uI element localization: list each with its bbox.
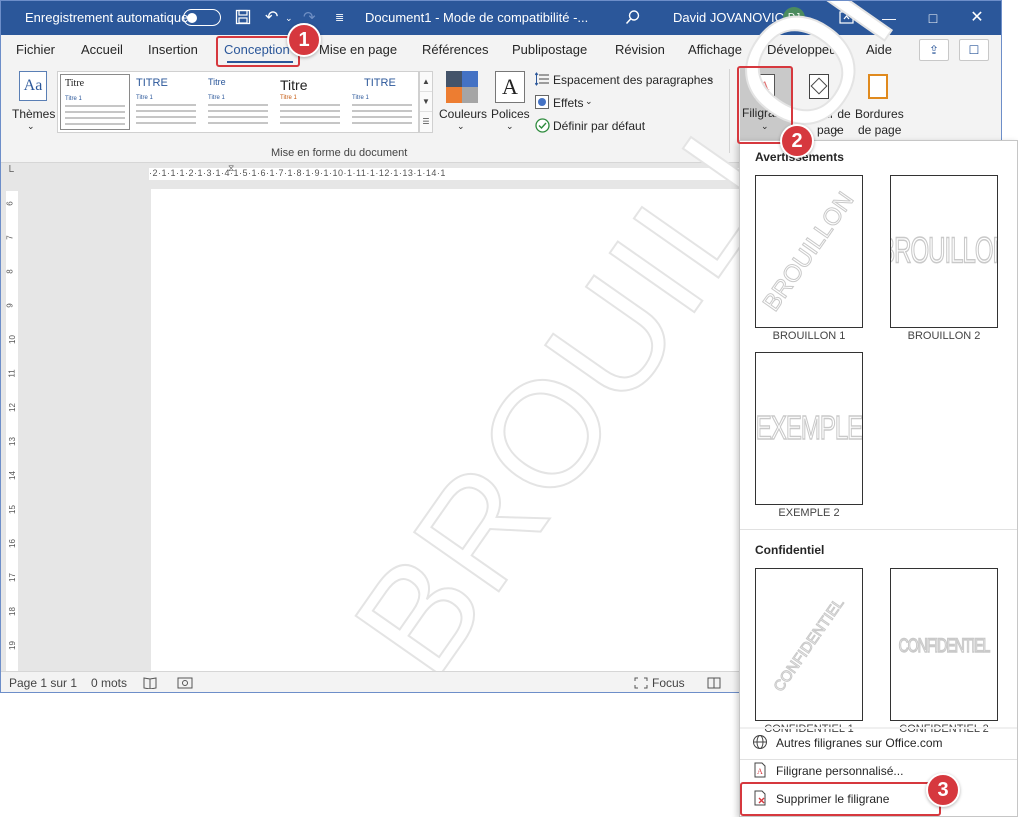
style-set-1[interactable]: Titre Titre 1 [60,74,130,130]
tab-selector-icon[interactable]: └ [6,166,14,178]
tab-revision[interactable]: Révision [615,35,665,65]
tab-fichier[interactable]: Fichier [16,35,55,65]
watermark-brouillon-2-label: BROUILLON 2 [907,330,981,342]
callout-badge-1: 1 [287,23,321,57]
tab-mise-en-page[interactable]: Mise en page [319,35,397,65]
document-title: Document1 - Mode de compatibilité -... [365,10,589,25]
read-mode-icon[interactable] [707,672,721,692]
vertical-ruler-marks: 6 7 8 9 10 11 12 13 14 15 16 17 18 19 [6,191,18,671]
search-icon[interactable] [625,1,641,35]
watermark-confidentiel-1[interactable]: CONFIDENTIEL [755,568,863,721]
effects-icon[interactable] [535,95,549,112]
indent-marker-icon[interactable]: ⧖ [228,163,234,174]
document-page[interactable]: BROUILLON [151,1,968,692]
style-set-gallery: Titre Titre 1 TITRE Titre 1 Titre Titre … [57,71,419,133]
themes-dropdown-icon[interactable]: ⌄ [27,121,35,132]
watermark-exemple-2-label: EXEMPLE 2 [778,507,840,519]
section-confidential: Confidentiel [755,543,825,557]
word-count[interactable]: 0 mots [91,672,127,692]
watermark-brouillon-2[interactable]: BROUILLON [890,175,998,328]
options-divider [740,727,1017,729]
section-divider [740,529,1017,530]
set-default-label[interactable]: Définir par défaut [553,119,645,133]
custom-watermark-item[interactable]: A Filigrane personnalisé... [752,758,903,784]
gallery-up-icon[interactable]: ▲ [420,72,432,92]
themes-icon[interactable]: Aa [19,71,47,101]
tab-references[interactable]: Références [422,35,488,65]
focus-label[interactable]: Focus [652,672,685,692]
fonts-label[interactable]: Polices [491,107,530,121]
autosave-toggle[interactable] [183,9,221,26]
more-watermarks-item[interactable]: Autres filigranes sur Office.com [752,730,943,756]
effects-label[interactable]: Effets [553,96,583,110]
customize-toolbar-icon[interactable]: ≣ [335,1,344,35]
watermark-confidentiel-2[interactable]: CONFIDENTIEL [890,568,998,721]
comments-icon[interactable]: ☐ [959,39,989,61]
more-watermarks-label: Autres filigranes sur Office.com [776,736,943,750]
svg-text:A: A [757,767,763,776]
effects-dropdown-icon[interactable]: ⌄ [585,96,593,107]
colors-dropdown-icon[interactable]: ⌄ [457,121,465,132]
autosave-label: Enregistrement automatique [25,10,189,25]
watermark-brouillon-1[interactable]: BROUILLON [755,175,863,328]
style-set-5[interactable]: TITRE Titre 1 [348,74,418,130]
fonts-icon[interactable]: A [495,71,525,103]
vertical-ruler[interactable]: 6 7 8 9 10 11 12 13 14 15 16 17 18 19 [1,185,23,671]
themes-label[interactable]: Thèmes [12,107,55,121]
gallery-more-icon[interactable]: ☰ [420,112,432,132]
watermark-brouillon-1-label: BROUILLON 1 [772,330,846,342]
checkmark-icon[interactable] [535,118,550,136]
colors-label[interactable]: Couleurs [439,107,487,121]
globe-icon [752,733,768,749]
tab-publipostage[interactable]: Publipostage [512,35,587,65]
callout-badge-3: 3 [926,773,960,807]
callout-badge-2: 2 [780,124,814,158]
custom-watermark-icon: A [752,761,768,778]
undo-icon[interactable]: ↶ [265,1,278,35]
gallery-down-icon[interactable]: ▼ [420,92,432,112]
watermark-dropdown: Avertissements BROUILLON BROUILLON 1 BRO… [739,140,1018,817]
watermark-exemple-2[interactable]: EXEMPLE [755,352,863,505]
page-count[interactable]: Page 1 sur 1 [9,672,77,692]
accessibility-icon[interactable] [177,672,193,692]
tab-accueil[interactable]: Accueil [81,35,123,65]
save-icon[interactable] [235,1,251,35]
group-label-document-formatting: Mise en forme du document [271,147,408,159]
proofing-icon[interactable] [143,672,157,692]
custom-watermark-label: Filigrane personnalisé... [776,764,904,778]
focus-icon[interactable] [634,672,648,692]
callout-box-remove [740,782,941,816]
style-set-2[interactable]: TITRE Titre 1 [132,74,202,130]
fonts-dropdown-icon[interactable]: ⌄ [506,121,514,132]
style-set-4[interactable]: Titre Titre 1 [276,74,346,130]
tab-insertion[interactable]: Insertion [148,35,198,65]
close-icon[interactable]: ✕ [957,1,997,35]
document-canvas: BROUILLON [23,1,968,692]
colors-icon[interactable] [446,71,478,103]
paragraph-spacing-icon[interactable] [534,72,549,89]
gallery-scroll[interactable]: ▲ ▼ ☰ [419,71,433,133]
style-set-3[interactable]: Titre Titre 1 [204,74,274,130]
